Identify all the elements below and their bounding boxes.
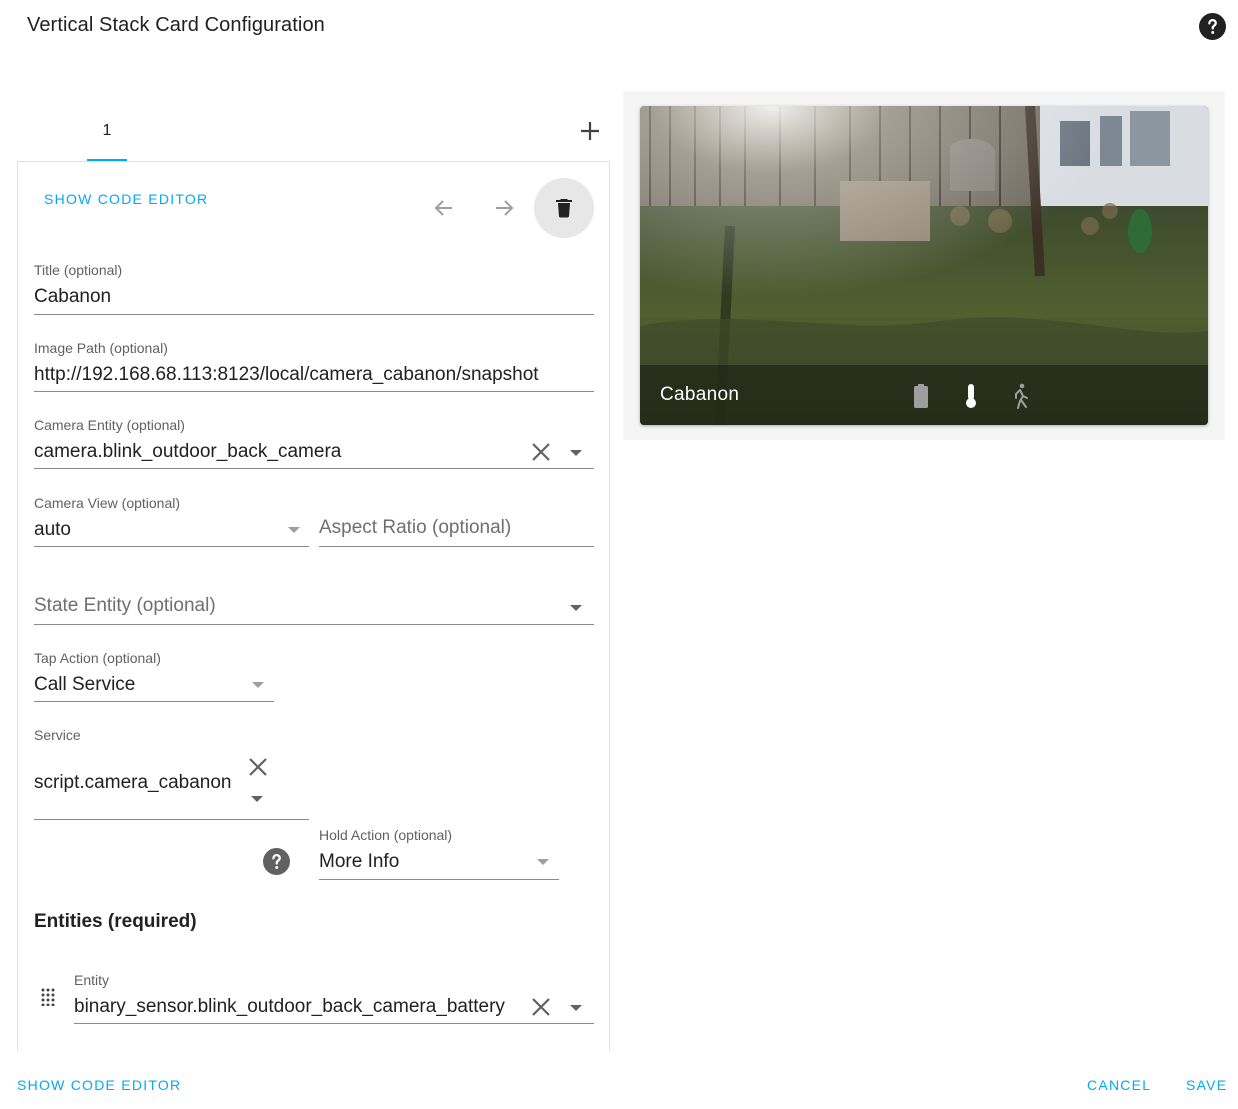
entity-label: Entity (74, 972, 110, 988)
plus-icon (581, 122, 599, 140)
clear-icon[interactable] (531, 997, 551, 1017)
card-footer: Cabanon (640, 365, 1208, 425)
help-icon[interactable] (1199, 13, 1226, 40)
arrow-right-icon (496, 200, 514, 216)
dropdown-arrow-icon[interactable] (570, 450, 582, 456)
image-path-field[interactable]: Image Path (optional) http://192.168.68.… (34, 340, 594, 392)
state-entity-placeholder: State Entity (optional) (34, 595, 216, 616)
delete-card-button[interactable] (534, 178, 594, 238)
picture-glance-card[interactable]: Cabanon (640, 106, 1208, 425)
dropdown-arrow-icon[interactable] (251, 796, 263, 802)
show-code-editor-button[interactable]: SHOW CODE EDITOR (44, 191, 208, 207)
card-editor-panel: SHOW CODE EDITOR Title (optional) Cabano… (17, 161, 610, 1051)
hold-action-label: Hold Action (optional) (319, 827, 453, 843)
dropdown-arrow-icon[interactable] (570, 1005, 582, 1011)
tap-action-select[interactable]: Tap Action (optional) Call Service (34, 650, 274, 702)
camera-entity-value[interactable]: camera.blink_outdoor_back_camera (34, 441, 524, 463)
camera-view-label: Camera View (optional) (34, 495, 181, 511)
add-card-button[interactable] (578, 119, 602, 143)
aspect-ratio-placeholder: Aspect Ratio (optional) (319, 517, 512, 538)
card-title: Cabanon (660, 384, 740, 405)
trash-icon (556, 199, 572, 218)
move-card-left-button[interactable] (432, 196, 456, 220)
clear-icon[interactable] (248, 757, 268, 777)
service-label: Service (34, 727, 81, 743)
entity-field[interactable]: Entity binary_sensor.blink_outdoor_back_… (74, 972, 594, 1024)
title-value[interactable]: Cabanon (34, 286, 594, 308)
hold-action-select[interactable]: Hold Action (optional) More Info (319, 827, 559, 880)
camera-entity-field[interactable]: Camera Entity (optional) camera.blink_ou… (34, 417, 594, 469)
arrow-left-icon (434, 200, 452, 216)
dropdown-arrow-icon[interactable] (288, 527, 300, 533)
image-path-value[interactable]: http://192.168.68.113:8123/local/camera_… (34, 364, 594, 386)
camera-entity-label: Camera Entity (optional) (34, 417, 185, 433)
entity-value[interactable]: binary_sensor.blink_outdoor_back_camera_… (74, 996, 525, 1018)
drag-handle-icon[interactable] (40, 988, 56, 1007)
battery-icon[interactable] (909, 383, 933, 409)
footer-show-code-editor-button[interactable]: SHOW CODE EDITOR (17, 1077, 181, 1093)
dropdown-arrow-icon[interactable] (252, 682, 264, 688)
cancel-button[interactable]: CANCEL (1087, 1077, 1151, 1093)
motion-icon[interactable] (1009, 383, 1033, 409)
service-value[interactable]: script.camera_cabanon (34, 772, 241, 794)
dropdown-arrow-icon[interactable] (570, 605, 582, 611)
help-icon[interactable] (263, 848, 290, 875)
aspect-ratio-input[interactable]: Aspect Ratio (optional) (319, 495, 594, 547)
thermometer-icon[interactable] (959, 383, 983, 409)
state-entity-select[interactable]: State Entity (optional) (34, 572, 594, 625)
title-field[interactable]: Title (optional) Cabanon (34, 262, 594, 315)
card-preview: Cabanon (623, 91, 1225, 440)
save-button[interactable]: SAVE (1186, 1077, 1227, 1093)
tab-label: 1 (102, 122, 112, 139)
camera-view-select[interactable]: Camera View (optional) auto (34, 495, 309, 547)
service-field[interactable]: Service script.camera_cabanon (34, 727, 309, 820)
hold-action-value: More Info (319, 851, 400, 872)
title-label: Title (optional) (34, 262, 123, 278)
tap-action-label: Tap Action (optional) (34, 650, 161, 666)
dropdown-arrow-icon[interactable] (537, 859, 549, 865)
camera-view-value: auto (34, 519, 71, 540)
tap-action-value: Call Service (34, 674, 136, 695)
clear-icon[interactable] (531, 442, 551, 462)
image-path-label: Image Path (optional) (34, 340, 168, 356)
tab-card-1[interactable]: 1 (87, 112, 127, 161)
move-card-right-button[interactable] (492, 196, 516, 220)
entities-heading: Entities (required) (34, 911, 197, 932)
dialog-title: Vertical Stack Card Configuration (27, 14, 325, 36)
